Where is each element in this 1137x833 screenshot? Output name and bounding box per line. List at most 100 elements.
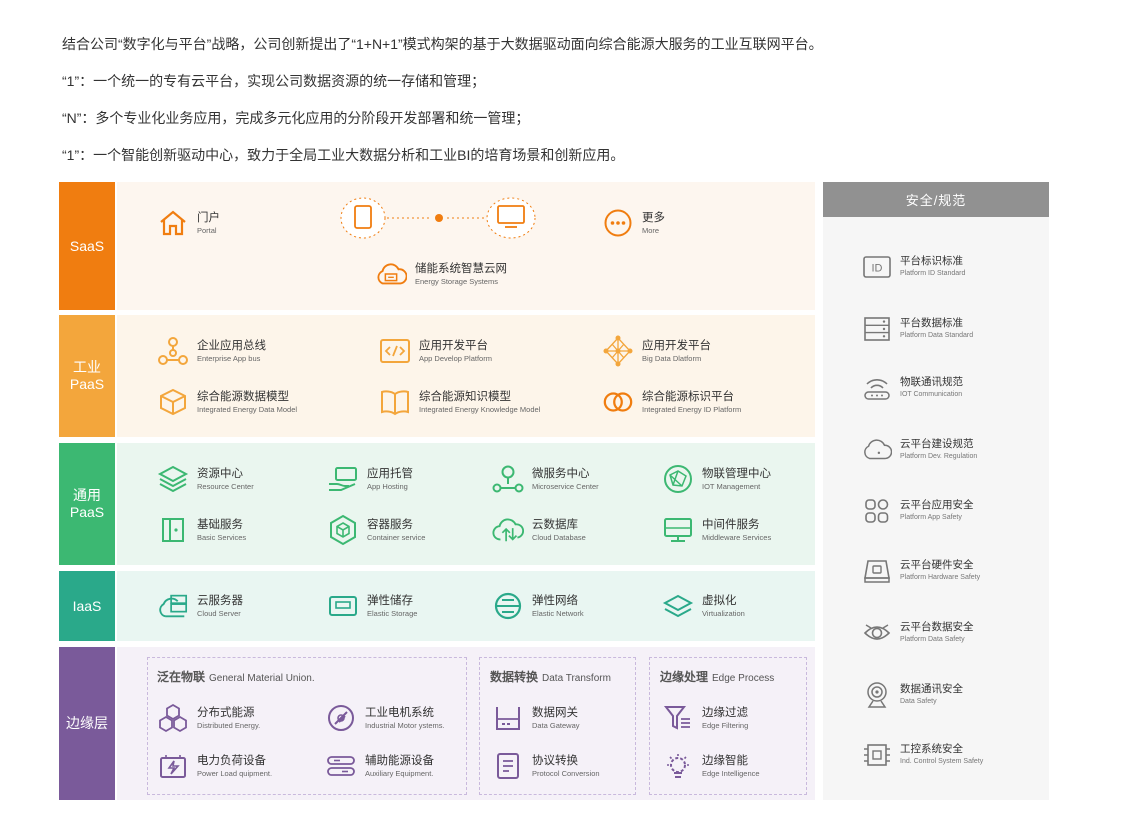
layers-icon <box>157 463 189 495</box>
item-zh: 基础服务 <box>197 518 243 531</box>
edge-item-edge-intelligence: 边缘智能 Edge Intelligence <box>662 750 760 782</box>
item-en: Integrated Energy Data Model <box>197 404 298 414</box>
gpaas-item-app-hosting: 应用托管 App Hosting <box>327 463 413 495</box>
edge-item-data-gateway: 数据网关 Data Gateway <box>492 702 580 734</box>
code-icon <box>379 335 411 367</box>
item-en: Distributed Energy. <box>197 720 261 730</box>
cube-icon <box>157 386 189 418</box>
item-en: Enterprise App bus <box>197 353 261 363</box>
item-zh: 工业电机系统 <box>365 706 434 719</box>
device-link-graphic <box>339 196 539 245</box>
id-icon: ID <box>862 253 892 281</box>
edge-item-power-load: 电力负荷设备 Power Load quipment. <box>157 750 272 782</box>
item-en: Platform ID Standard <box>900 270 966 277</box>
hardware-icon <box>862 557 892 585</box>
item-en: Platform App Safety <box>900 514 962 521</box>
gpaas-item-middleware: 中间件服务 Middleware Services <box>662 514 771 546</box>
id-rings-icon <box>602 386 634 418</box>
gpaas-item-cloud-database: 云数据库 Cloud Database <box>492 514 586 546</box>
more-icon <box>602 207 634 239</box>
item-en: Cloud Server <box>197 608 241 618</box>
section-en: Edge Process <box>712 673 775 684</box>
edge-section-title-process: 边缘处理 Edge Process <box>660 668 774 685</box>
item-en: Basic Services <box>197 532 247 542</box>
item-zh: 云平台硬件安全 <box>900 559 974 571</box>
security-item-iot-communication: 物联通讯规范 IOT Communication <box>862 374 963 402</box>
item-zh: 云平台应用安全 <box>900 499 974 511</box>
item-zh: 门户 <box>197 211 220 224</box>
item-zh: 应用开发平台 <box>642 339 711 352</box>
iaas-panel: 云服务器 Cloud Server 弹性储存 Elastic Storage 弹性网… <box>117 571 815 641</box>
edge-section-title-iot: 泛在物联 General Material Union. <box>157 668 315 685</box>
ipaas-item-big-data: 应用开发平台 Big Data Dlatform <box>602 335 711 367</box>
signal-icon <box>862 681 892 709</box>
item-zh: 物联管理中心 <box>702 467 771 480</box>
layer-label-general-paas: 通用 PaaS <box>59 443 115 565</box>
gateway-icon <box>492 702 524 734</box>
item-en: App Hosting <box>367 481 408 491</box>
ipaas-item-app-bus: 企业应用总线 Enterprise App bus <box>157 335 266 367</box>
edge-item-motor-systems: 工业电机系统 Industrial Motor ystems. <box>325 702 445 734</box>
security-item-ind-control-safety: 工控系统安全 Ind. Control System Safety <box>862 741 983 769</box>
item-zh: 边缘过滤 <box>702 706 748 719</box>
saas-item-portal: 门户 Portal <box>157 207 220 239</box>
item-zh: 综合能源标识平台 <box>642 390 734 403</box>
edge-item-protocol-conversion: 协议转换 Protocol Conversion <box>492 750 600 782</box>
security-item-platform-app-safety: 云平台应用安全 Platform App Safety <box>862 497 974 525</box>
item-zh: 综合能源知识模型 <box>419 390 511 403</box>
item-en: Big Data Dlatform <box>642 353 702 363</box>
item-en: IOT Communication <box>900 391 963 398</box>
item-en: Platform Data Standard <box>900 332 974 339</box>
ipaas-item-id-platform: 综合能源标识平台 Integrated Energy ID Platform <box>602 386 741 418</box>
item-zh: 综合能源数据模型 <box>197 390 289 403</box>
item-en: Elastic Network <box>532 608 584 618</box>
power-icon <box>157 750 189 782</box>
industrial-paas-panel: 企业应用总线 Enterprise App bus 应用开发平台 App Devel… <box>117 315 815 437</box>
network-icon <box>602 335 634 367</box>
house-icon <box>157 207 189 239</box>
gpaas-item-basic-services: 基础服务 Basic Services <box>157 514 246 546</box>
item-en: Middleware Services <box>702 532 772 542</box>
security-item-platform-id-standard: ID 平台标识标准 Platform ID Standard <box>862 253 965 281</box>
saas-item-more: 更多 More <box>602 207 665 239</box>
item-zh: 虚拟化 <box>702 594 737 607</box>
intro-line-3: “N”：多个专业化业务应用，完成多元化应用的分阶段开发部署和统一管理； <box>62 110 530 126</box>
layer-label-edge: 边缘层 <box>59 647 115 800</box>
item-zh: 数据网关 <box>532 706 578 719</box>
gpaas-item-container: 容器服务 Container service <box>327 514 425 546</box>
item-zh: 数据通讯安全 <box>900 683 963 695</box>
iaas-item-elastic-network: 弹性网络 Elastic Network <box>492 590 584 622</box>
ipaas-item-app-develop: 应用开发平台 App Develop Platform <box>379 335 492 367</box>
item-en: Elastic Storage <box>367 608 418 618</box>
item-en: Resource Center <box>197 481 254 491</box>
apps-icon <box>862 497 892 525</box>
section-zh: 边缘处理 <box>660 670 709 684</box>
item-en: More <box>642 225 660 235</box>
item-en: Platform Hardware Safety <box>900 574 981 581</box>
wifi-icon <box>862 374 892 402</box>
item-en: App Develop Platform <box>419 353 492 363</box>
item-en: Portal <box>197 225 217 235</box>
saas-item-energy-storage: 储能系统智慧云网 Energy Storage Systems <box>375 258 507 290</box>
item-en: Platform Dev. Regulation <box>900 453 978 460</box>
filter-icon <box>662 702 694 734</box>
item-zh: 协议转换 <box>532 754 578 767</box>
layer-label-industrial-paas: 工业 PaaS <box>59 315 115 437</box>
item-zh: 云服务器 <box>197 594 243 607</box>
item-en: IOT Management <box>702 481 761 491</box>
iaas-item-virtualization: 虚拟化 Virtualization <box>662 590 745 622</box>
iot-icon <box>662 463 694 495</box>
item-zh: 资源中心 <box>197 467 243 480</box>
gpaas-item-resource-center: 资源中心 Resource Center <box>157 463 254 495</box>
cloud-db-icon <box>492 514 524 546</box>
security-item-platform-data-standard: 平台数据标准 Platform Data Standard <box>862 315 973 343</box>
svg-text:ID: ID <box>872 263 883 275</box>
item-en: Microservice Center <box>532 481 599 491</box>
item-zh: 弹性网络 <box>532 594 578 607</box>
bus-icon <box>157 335 189 367</box>
security-item-platform-hardware-safety: 云平台硬件安全 Platform Hardware Safety <box>862 557 980 585</box>
item-en: Container service <box>367 532 426 542</box>
hex-icon <box>157 702 189 734</box>
item-zh: 物联通讯规范 <box>900 376 963 388</box>
item-zh: 平台数据标准 <box>900 317 963 329</box>
